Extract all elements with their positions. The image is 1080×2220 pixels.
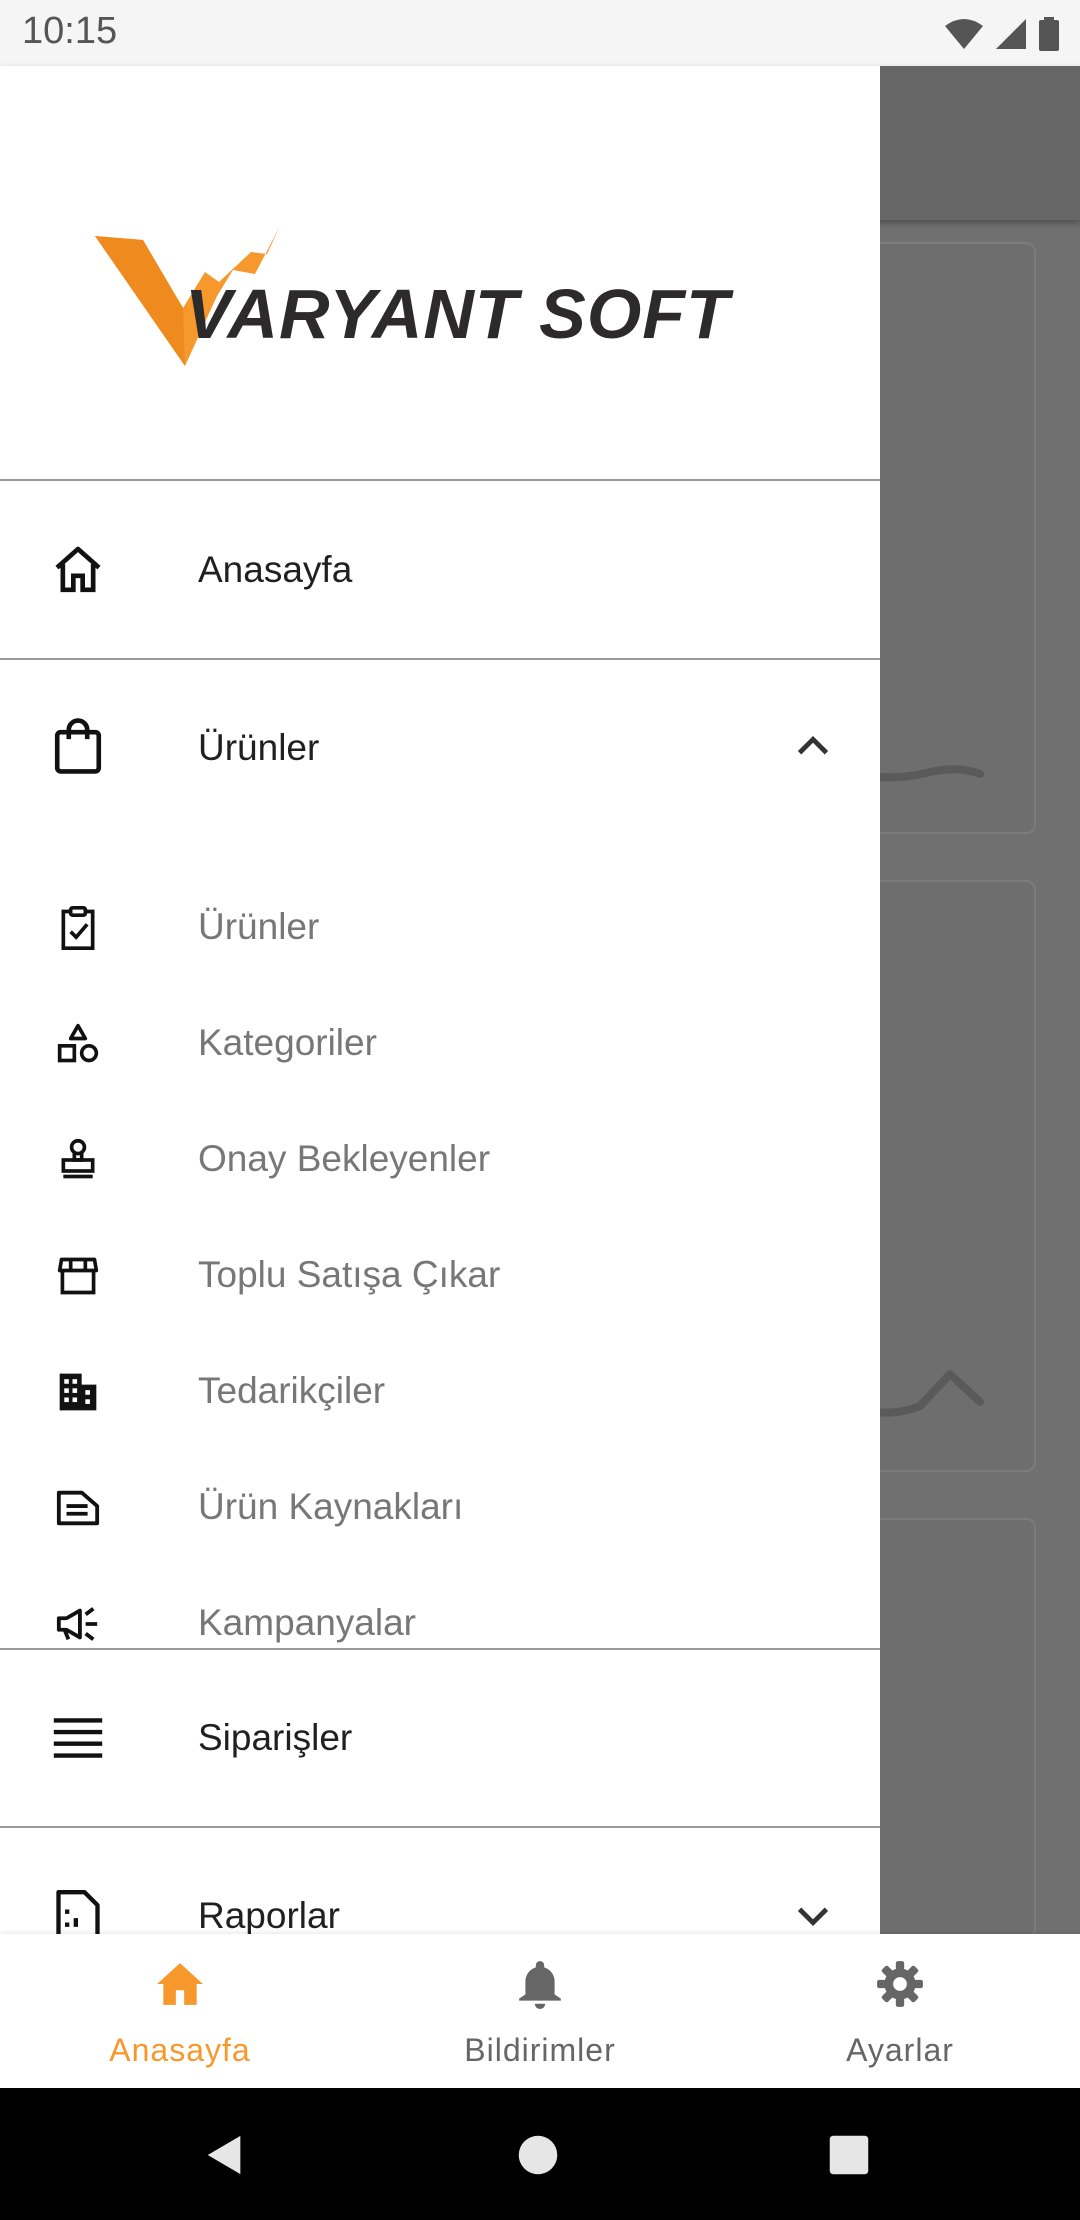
divider — [0, 479, 880, 481]
status-icons — [944, 14, 1060, 54]
drawer-subitem-bulk-sale[interactable]: Toplu Satışa Çıkar — [0, 1218, 880, 1334]
bottom-tab-label: Ayarlar — [846, 2032, 954, 2068]
drawer-subitem-label: Kategoriler — [198, 1022, 377, 1063]
drawer-subitem-label: Ürünler — [198, 906, 320, 947]
storefront-icon — [48, 1246, 108, 1306]
drawer-subitem-label: Tedarikçiler — [198, 1370, 386, 1411]
home-icon — [48, 540, 108, 600]
bottom-tab-label: Anasayfa — [109, 2032, 251, 2068]
bottom-tab-settings[interactable]: Ayarlar — [720, 1934, 1080, 2088]
wifi-icon — [945, 19, 983, 49]
recents-icon[interactable] — [828, 2134, 870, 2176]
chevron-up-icon[interactable] — [790, 724, 836, 770]
system-navigation-bar — [0, 2088, 1080, 2220]
brand-name: VARYANT SOFT — [185, 275, 730, 353]
drawer-subitem-product-sources[interactable]: Ürün Kaynakları — [0, 1450, 880, 1566]
gear-icon — [877, 1961, 923, 2007]
background-card — [860, 1518, 1036, 1938]
drawer-header: VARYANT SOFT — [0, 66, 880, 479]
drawer-item-label: Anasayfa — [198, 549, 353, 590]
shopping-bag-icon — [48, 716, 108, 776]
report-icon — [48, 1886, 108, 1934]
bottom-tab-notifications[interactable]: Bildirimler — [360, 1934, 720, 2088]
background-chart-line — [870, 1370, 984, 1417]
drawer-subitem-label: Toplu Satışa Çıkar — [198, 1254, 501, 1295]
drawer-item-orders[interactable]: Siparişler — [0, 1650, 880, 1826]
document-icon — [48, 1478, 108, 1538]
home-icon — [157, 1963, 203, 2005]
back-icon[interactable] — [202, 2132, 248, 2178]
drawer-group-products[interactable]: Ürünler — [0, 660, 880, 836]
signal-icon — [996, 19, 1026, 49]
stamp-icon — [48, 1130, 108, 1190]
megaphone-icon — [48, 1594, 108, 1654]
drawer-subitem-label: Onay Bekleyenler — [198, 1138, 491, 1179]
drawer-subitem-suppliers[interactable]: Tedarikçiler — [0, 1334, 880, 1450]
drawer-subitem-label: Ürün Kaynakları — [198, 1486, 464, 1527]
bottom-tab-home[interactable]: Anasayfa — [0, 1934, 360, 2088]
home-button-icon[interactable] — [517, 2134, 559, 2176]
building-icon — [48, 1362, 108, 1422]
drawer-group-label: Raporlar — [198, 1895, 340, 1934]
drawer-item-home[interactable]: Anasayfa — [0, 482, 880, 658]
drawer-subitem-products[interactable]: Ürünler — [0, 870, 880, 986]
drawer-subitem-pending[interactable]: Onay Bekleyenler — [0, 1102, 880, 1218]
list-icon — [48, 1708, 108, 1768]
bottom-navigation: Anasayfa Bildirimler Ayarlar — [0, 1934, 1080, 2088]
drawer-group-reports[interactable]: Raporlar — [0, 1828, 880, 1934]
clipboard-check-icon — [48, 898, 108, 958]
drawer-subitem-categories[interactable]: Kategoriler — [0, 986, 880, 1102]
background-chart-line — [870, 765, 984, 782]
chevron-down-icon[interactable] — [790, 1892, 836, 1934]
drawer-item-label: Siparişler — [198, 1717, 353, 1758]
bottom-tab-label: Bildirimler — [464, 2032, 616, 2068]
shapes-icon — [48, 1014, 108, 1074]
navigation-drawer: VARYANT SOFT Anasayfa Ürünler Ürünler Ka… — [0, 66, 880, 1934]
drawer-group-label: Ürünler — [198, 727, 320, 768]
status-bar: 10:15 — [0, 0, 1080, 66]
drawer-subitem-label: Kampanyalar — [198, 1602, 417, 1643]
battery-icon — [1039, 17, 1059, 51]
status-time: 10:15 — [22, 10, 118, 52]
bell-icon — [519, 1961, 561, 2009]
background-card — [860, 242, 1036, 834]
